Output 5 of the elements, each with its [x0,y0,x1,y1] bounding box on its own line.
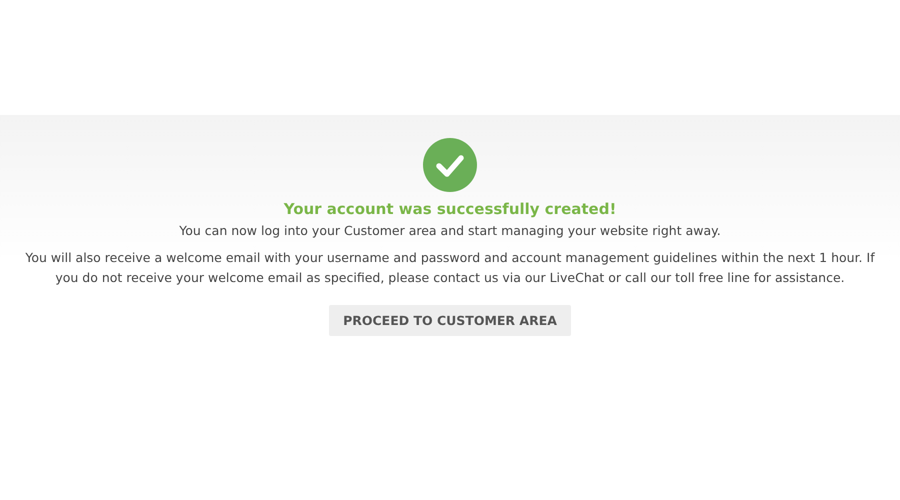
message-text: You will also receive a welcome email with your username and password and account management guidelines within the next 1 hour. If you do not receive your welcome email as specified, please contact us via our LiveChat or call our toll free line for assistance. [24,249,876,287]
check-icon [423,138,477,192]
subtitle-text: You can now log into your Customer area and start managing your website right away. [179,223,721,238]
success-title: Your account was successfully created! [284,200,616,218]
proceed-button[interactable]: PROCEED TO CUSTOMER AREA [329,305,571,336]
